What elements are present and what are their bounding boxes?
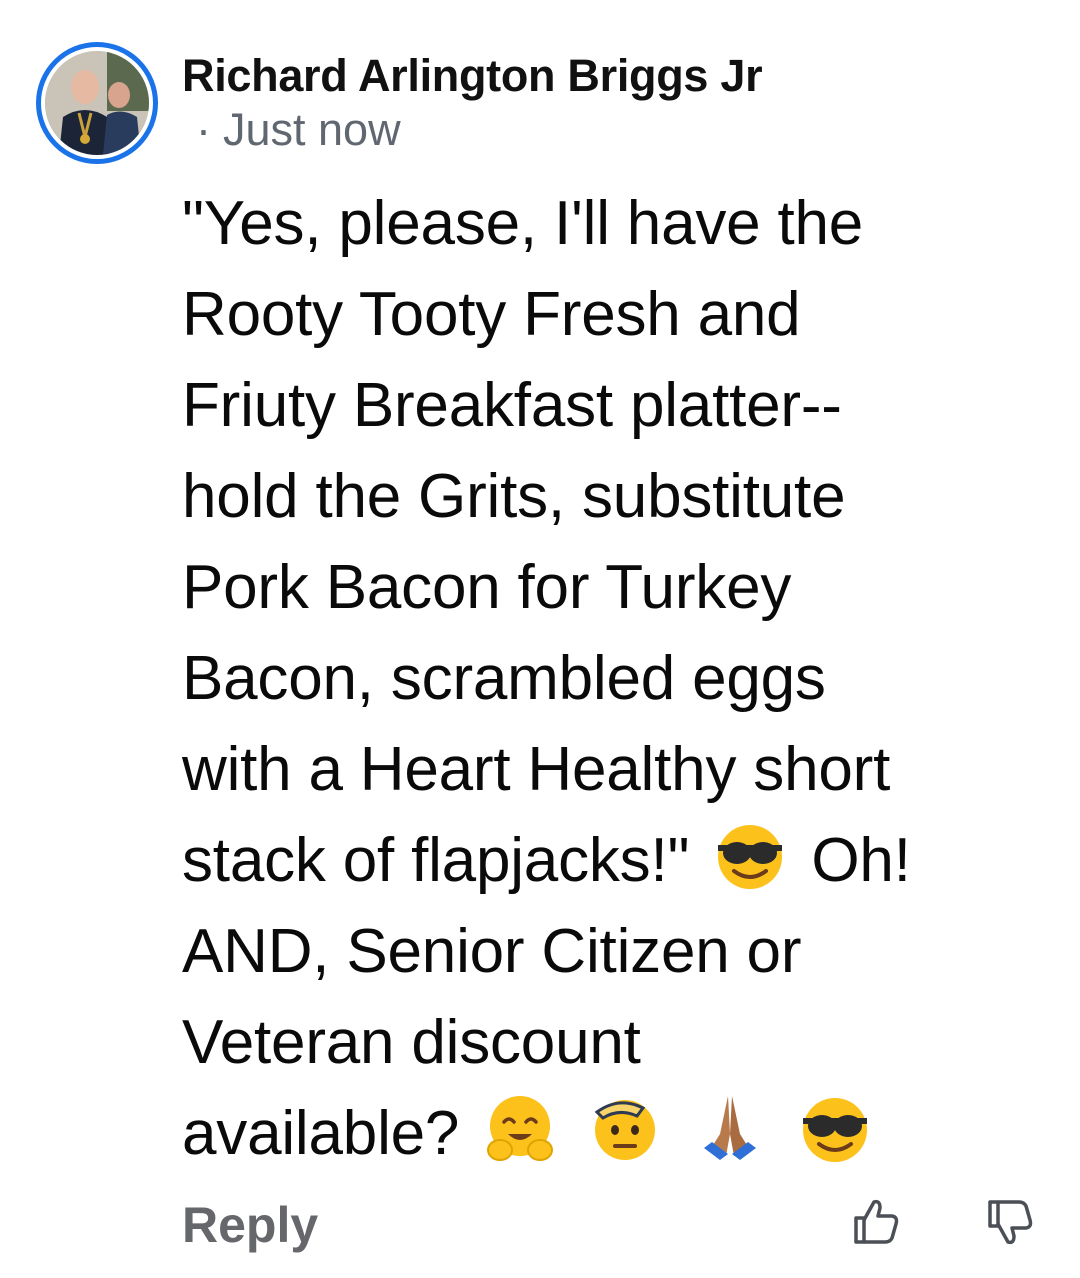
reply-button[interactable]: Reply (182, 1196, 318, 1254)
comment-line: hold the Grits, substitute (182, 462, 846, 531)
timestamp: · Just now (196, 104, 401, 156)
sunglasses-emoji-icon (710, 817, 790, 891)
thumbs-down-icon[interactable] (984, 1196, 1036, 1248)
comment-text: stack of flapjacks!" (182, 826, 690, 895)
sunglasses-emoji-icon (795, 1090, 875, 1164)
comment-line: Pork Bacon for Turkey (182, 553, 792, 622)
avatar[interactable] (45, 51, 149, 155)
comment-line: Rooty Tooty Fresh and (182, 280, 801, 349)
comment-line: with a Heart Healthy short (182, 735, 891, 804)
comment-line: Friuty Breakfast platter-- (182, 371, 842, 440)
comment-body: "Yes, please, I'll have the Rooty Tooty … (182, 178, 1042, 1179)
comment-line: Bacon, scrambled eggs (182, 644, 826, 713)
avatar-photo (45, 51, 149, 155)
hugging-face-emoji-icon (480, 1090, 560, 1164)
comment-line: available? (182, 1088, 1042, 1179)
comment-line: AND, Senior Citizen or (182, 917, 802, 986)
saluting-face-emoji-icon (585, 1090, 665, 1164)
author-name[interactable]: Richard Arlington Briggs Jr (182, 50, 763, 102)
comment-line: Veteran discount (182, 1008, 641, 1077)
timestamp-separator: · (196, 104, 211, 155)
thumbs-up-icon[interactable] (850, 1196, 902, 1248)
comment-text: Oh! (811, 826, 911, 895)
comment-line: stack of flapjacks!" Oh! (182, 815, 1042, 906)
timestamp-text: Just now (223, 104, 401, 155)
avatar-ring[interactable] (36, 42, 158, 164)
comment-text: available? (182, 1099, 460, 1168)
comment-line: "Yes, please, I'll have the (182, 189, 864, 258)
folded-hands-emoji-icon (690, 1090, 770, 1164)
